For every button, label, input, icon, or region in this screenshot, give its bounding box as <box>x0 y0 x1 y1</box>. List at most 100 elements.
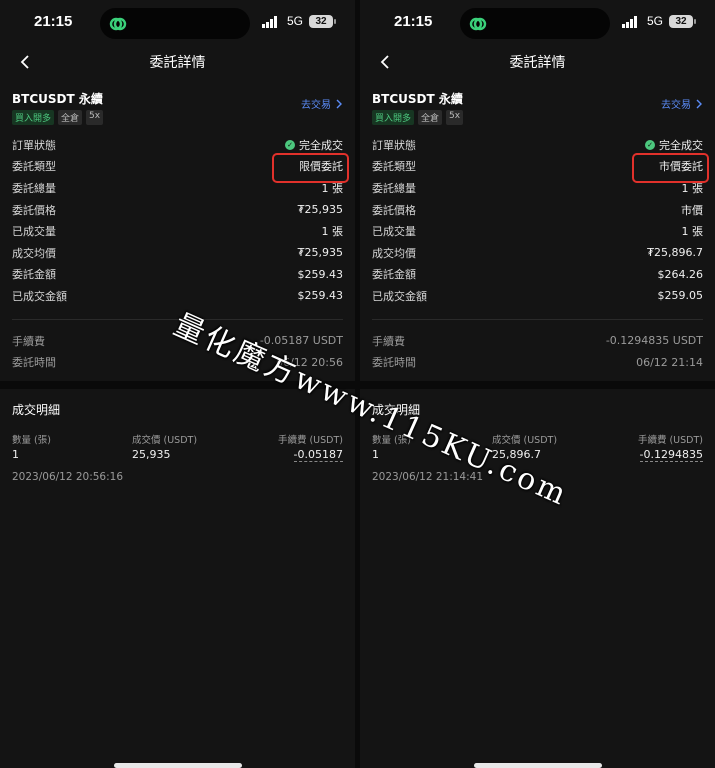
value-order-status: ✓ 完全成交 <box>645 137 703 153</box>
value-avg-price: ₮25,935 <box>297 246 344 260</box>
battery-icon: 32 <box>309 15 336 28</box>
dynamic-island <box>460 8 610 39</box>
signal-icon <box>622 16 637 28</box>
status-bar: 21:15 5G 32 <box>360 0 715 46</box>
trade-detail-header: 數量 (張) 成交價 (USDT) 手續費 (USDT) <box>372 432 703 446</box>
row-order-amount: 委託金額 $264.26 <box>372 264 703 286</box>
label-order-qty: 委託總量 <box>12 181 56 195</box>
row-filled-amount: 已成交金額 $259.05 <box>372 285 703 307</box>
value-order-time: 06/12 20:56 <box>276 355 343 369</box>
trade-detail-title: 成交明細 <box>372 402 421 417</box>
row-filled-qty: 已成交量 1 張 <box>372 220 703 242</box>
label-avg-price: 成交均價 <box>372 246 416 260</box>
trade-detail-time: 2023/06/12 21:14:41 <box>372 470 484 483</box>
order-status-text: 完全成交 <box>659 138 703 152</box>
signal-icon <box>262 16 277 28</box>
row-order-type: 委託類型 限價委託 <box>12 153 349 184</box>
order-info-list: 訂單狀態 ✓ 完全成交 委託類型 市價委託 委託總量 1 張 委託價格 市價 已成交量… <box>360 134 715 307</box>
go-trade-link[interactable]: 去交易 <box>661 96 703 111</box>
detail-qty: 1 <box>12 447 19 461</box>
detail-fee-cell: -0.05187 <box>252 447 343 462</box>
detail-price: 25,896.7 <box>492 447 541 461</box>
row-order-status: 訂單狀態 ✓ 完全成交 <box>12 134 343 156</box>
detail-fee[interactable]: -0.05187 <box>293 447 343 462</box>
divider <box>12 318 343 320</box>
go-trade-link[interactable]: 去交易 <box>301 96 343 111</box>
chevron-right-icon <box>696 99 702 108</box>
app-link-icon <box>109 17 127 31</box>
phone-screen-market-order: 21:15 5G 32 委託詳情 BTCUSDT 永續 買入開多 全倉 5x 去… <box>360 0 715 768</box>
go-trade-label: 去交易 <box>301 100 331 111</box>
highlight-box <box>632 153 709 184</box>
fee-info-list: 手續費 -0.1294835 USDT 委託時間 06/12 21:14 <box>360 330 715 373</box>
trade-detail-time: 2023/06/12 20:56:16 <box>12 470 124 483</box>
label-order-amount: 委託金額 <box>12 268 56 282</box>
label-order-type: 委託類型 <box>372 160 416 174</box>
row-filled-qty: 已成交量 1 張 <box>12 220 343 242</box>
app-link-icon <box>469 17 487 31</box>
trade-detail-row: 1 25,935 -0.05187 <box>12 447 343 462</box>
row-filled-amount: 已成交金額 $259.43 <box>12 285 343 307</box>
row-fee: 手續費 -0.05187 USDT <box>12 330 343 352</box>
label-avg-price: 成交均價 <box>12 246 56 260</box>
detail-price: 25,935 <box>132 447 171 461</box>
label-fee: 手續費 <box>372 334 405 348</box>
row-order-type: 委託類型 市價委託 <box>372 153 709 184</box>
value-fee: -0.05187 USDT <box>259 334 343 348</box>
battery-icon: 32 <box>669 15 696 28</box>
trade-detail-row: 1 25,896.7 -0.1294835 <box>372 447 703 462</box>
label-order-qty: 委託總量 <box>372 181 416 195</box>
row-order-time: 委託時間 06/12 21:14 <box>372 351 703 373</box>
label-filled-qty: 已成交量 <box>372 225 416 239</box>
label-order-price: 委託價格 <box>372 203 416 217</box>
label-order-status: 訂單狀態 <box>372 138 416 152</box>
order-tags: 買入開多 全倉 5x <box>372 110 703 125</box>
fee-info-list: 手續費 -0.05187 USDT 委託時間 06/12 20:56 <box>0 330 355 373</box>
label-order-type: 委託類型 <box>12 160 56 174</box>
dynamic-island <box>100 8 250 39</box>
row-order-price: 委託價格 市價 <box>372 199 703 221</box>
tag-side: 買入開多 <box>12 110 55 125</box>
label-fee: 手續費 <box>12 334 45 348</box>
tag-margin: 全倉 <box>418 110 443 125</box>
tag-leverage: 5x <box>86 110 104 125</box>
value-filled-amount: $259.05 <box>657 289 704 303</box>
nav-bar: 委託詳情 <box>360 46 715 78</box>
label-order-price: 委託價格 <box>12 203 56 217</box>
page-title: 委託詳情 <box>509 55 566 71</box>
trade-detail-title: 成交明細 <box>12 402 61 417</box>
detail-fee[interactable]: -0.1294835 <box>639 447 703 462</box>
order-status-text: 完全成交 <box>299 138 343 152</box>
tag-margin: 全倉 <box>58 110 83 125</box>
highlight-box <box>272 153 349 184</box>
value-filled-qty: 1 張 <box>321 225 344 239</box>
detail-qty: 1 <box>372 447 379 461</box>
nav-bar: 委託詳情 <box>0 46 355 78</box>
label-filled-qty: 已成交量 <box>12 225 56 239</box>
order-tags: 買入開多 全倉 5x <box>12 110 343 125</box>
status-bar: 21:15 5G 32 <box>0 0 355 46</box>
tag-side: 買入開多 <box>372 110 415 125</box>
row-order-amount: 委託金額 $259.43 <box>12 264 343 286</box>
value-order-type: 市價委託 <box>632 153 709 184</box>
header-fee: 手續費 (USDT) <box>277 434 343 446</box>
row-avg-price: 成交均價 ₮25,896.7 <box>372 242 703 264</box>
symbol-header: BTCUSDT 永續 買入開多 全倉 5x 去交易 <box>360 90 715 126</box>
row-fee: 手續費 -0.1294835 USDT <box>372 330 703 352</box>
divider <box>372 318 703 320</box>
symbol-header: BTCUSDT 永續 買入開多 全倉 5x 去交易 <box>0 90 355 126</box>
home-indicator[interactable] <box>474 763 602 768</box>
go-trade-label: 去交易 <box>661 100 691 111</box>
row-order-status: 訂單狀態 ✓ 完全成交 <box>372 134 703 156</box>
value-filled-qty: 1 張 <box>681 225 704 239</box>
label-filled-amount: 已成交金額 <box>372 289 427 303</box>
home-indicator[interactable] <box>114 763 242 768</box>
value-order-type: 限價委託 <box>272 153 349 184</box>
row-order-price: 委託價格 ₮25,935 <box>12 199 343 221</box>
page-title: 委託詳情 <box>149 55 206 71</box>
label-order-status: 訂單狀態 <box>12 138 56 152</box>
value-filled-amount: $259.43 <box>297 289 344 303</box>
check-circle-icon: ✓ <box>645 139 655 150</box>
status-time: 21:15 <box>34 13 73 30</box>
label-order-time: 委託時間 <box>12 356 56 370</box>
